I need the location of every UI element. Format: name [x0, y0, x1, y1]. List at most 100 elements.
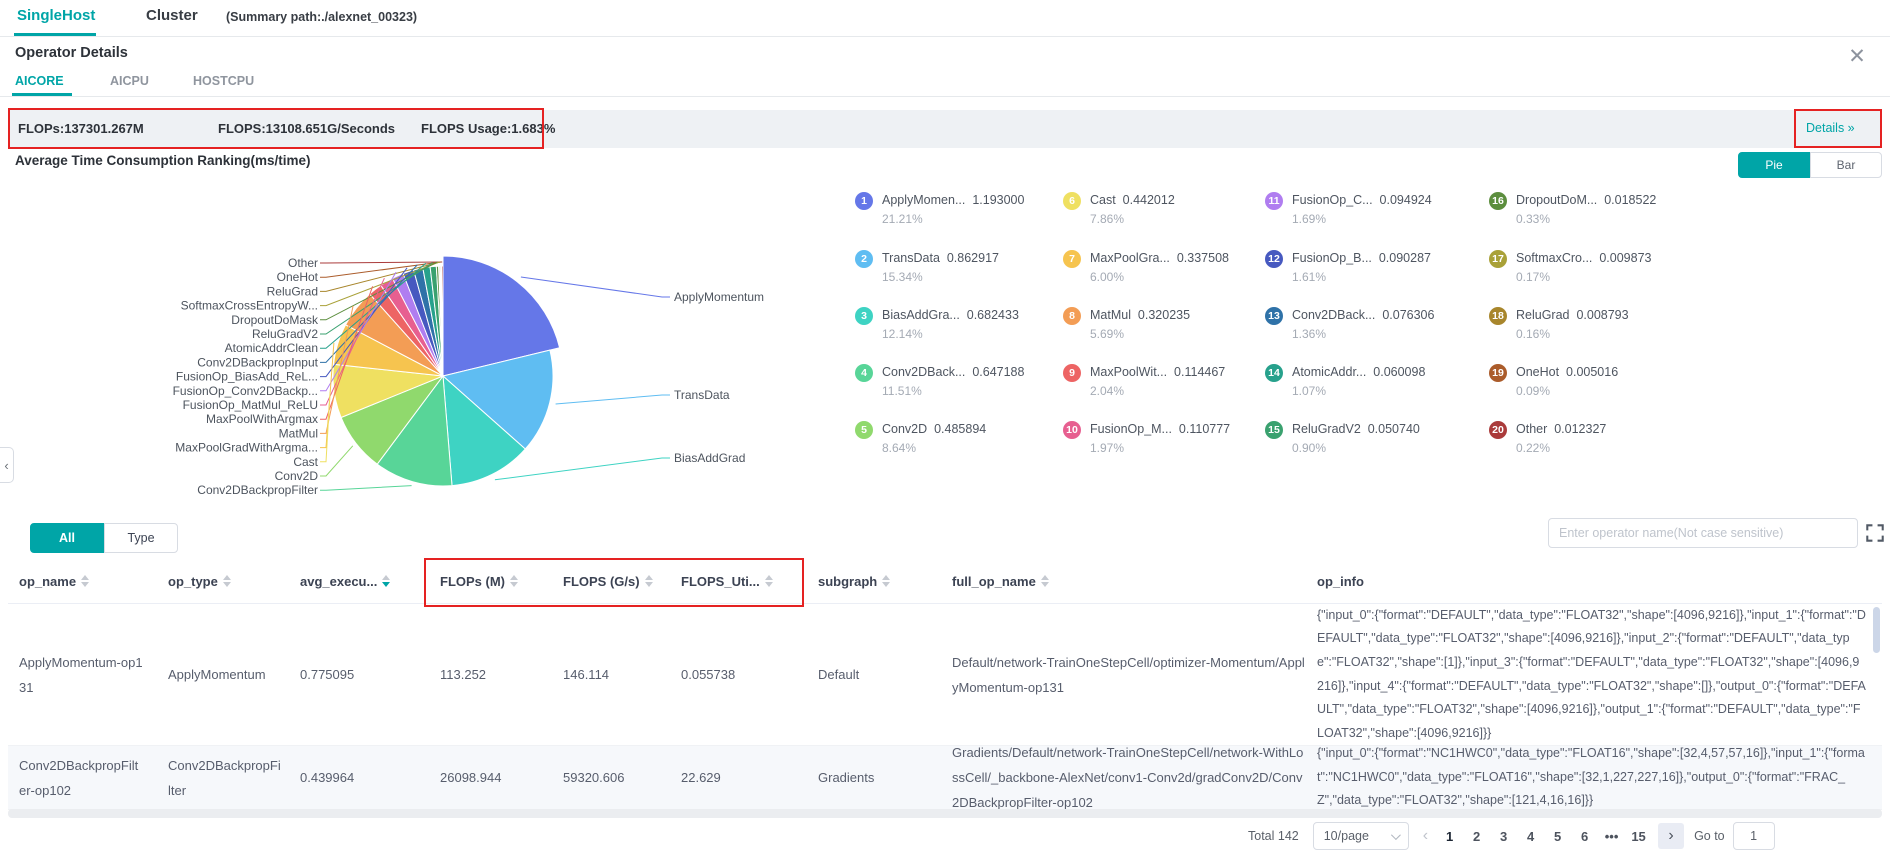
column-header-op_name[interactable]: op_name [19, 558, 144, 604]
legend-percent: 0.90% [1292, 441, 1420, 455]
legend-name-value: FusionOp_B... 0.090287 [1292, 250, 1431, 267]
legend-rank-badge: 19 [1489, 364, 1507, 382]
sort-carets-icon[interactable] [382, 575, 390, 587]
column-label: FLOPs (M) [440, 574, 505, 589]
table-row: ApplyMomentum-op131ApplyMomentum0.775095… [8, 604, 1882, 746]
legend-item-FusionOp_BiasAdd_ReL...[interactable]: 12FusionOp_B... 0.0902871.61% [1265, 250, 1431, 284]
legend-item-BiasAddGrad[interactable]: 3BiasAddGra... 0.68243312.14% [855, 307, 1019, 341]
sort-carets-icon[interactable] [765, 575, 773, 587]
page-number-6[interactable]: 6 [1571, 829, 1598, 844]
page-number-15[interactable]: 15 [1625, 829, 1652, 844]
vertical-scrollbar-thumb[interactable] [1873, 607, 1880, 653]
page-ellipsis[interactable]: ••• [1598, 829, 1625, 844]
column-header-FLOPsM[interactable]: FLOPs (M) [440, 558, 548, 604]
pie-leader-line [320, 343, 334, 448]
legend-item-ApplyMomentum[interactable]: 1ApplyMomen... 1.19300021.21% [855, 192, 1024, 226]
prev-page-button[interactable]: ‹ [1423, 827, 1428, 845]
sort-carets-icon[interactable] [81, 575, 89, 587]
page-number-4[interactable]: 4 [1517, 829, 1544, 844]
pie-label: FusionOp_MatMul_ReLU [183, 398, 318, 412]
legend-item-OneHot[interactable]: 19OneHot 0.0050160.09% [1489, 364, 1618, 398]
cell-full_op_name: Gradients/Default/network-TrainOneStepCe… [952, 746, 1308, 809]
legend-item-MaxPoolGradWithArgma...[interactable]: 7MaxPoolGra... 0.3375086.00% [1063, 250, 1229, 284]
sort-carets-icon[interactable] [510, 575, 518, 587]
page-number-3[interactable]: 3 [1490, 829, 1517, 844]
legend-item-FusionOp_MatMul_ReLU[interactable]: 10FusionOp_M... 0.1107771.97% [1063, 421, 1230, 455]
column-header-op_type[interactable]: op_type [168, 558, 283, 604]
horizontal-scrollbar-track[interactable] [8, 809, 1882, 818]
operator-search-input[interactable] [1548, 518, 1858, 548]
core-tab-aicpu[interactable]: AICPU [110, 74, 149, 88]
column-header-subgraph[interactable]: subgraph [818, 558, 936, 604]
close-icon[interactable]: ✕ [1842, 42, 1872, 72]
legend-percent: 21.21% [882, 212, 1024, 226]
tab-singlehost[interactable]: SingleHost [17, 7, 95, 24]
legend-item-Conv2DBackpropInput[interactable]: 13Conv2DBack... 0.0763061.36% [1265, 307, 1434, 341]
column-header-full_op_name[interactable]: full_op_name [952, 558, 1308, 604]
legend-percent: 1.61% [1292, 270, 1431, 284]
column-header-FLOPSGs[interactable]: FLOPS (G/s) [563, 558, 667, 604]
legend-item-TransData[interactable]: 2TransData 0.86291715.34% [855, 250, 999, 284]
cell-subgraph: Gradients [818, 746, 936, 809]
cell-avg_execu: 0.775095 [300, 604, 422, 745]
legend-percent: 11.51% [882, 384, 1024, 398]
table-row: Conv2DBackpropFilter-op102Conv2DBackprop… [8, 746, 1882, 810]
pie-label: Cast [293, 455, 318, 469]
legend-item-MaxPoolWithArgmax[interactable]: 9MaxPoolWit... 0.1144672.04% [1063, 364, 1225, 398]
sort-carets-icon[interactable] [645, 575, 653, 587]
legend-percent: 1.97% [1090, 441, 1230, 455]
legend-item-ReluGradV2[interactable]: 15ReluGradV2 0.0507400.90% [1265, 421, 1420, 455]
stat-flops-usage: FLOPS Usage:1.683% [421, 121, 555, 136]
cell-FLOPS_Uti: 0.055738 [681, 604, 799, 745]
filter-all-button[interactable]: All [30, 523, 104, 553]
legend-item-ReluGrad[interactable]: 18ReluGrad 0.0087930.16% [1489, 307, 1629, 341]
pie-label: MaxPoolWithArgmax [206, 412, 318, 426]
goto-label: Go to [1694, 829, 1725, 843]
pie-leader-line [495, 458, 670, 480]
legend-name-value: Other 0.012327 [1516, 421, 1606, 438]
sort-carets-icon[interactable] [223, 575, 231, 587]
sort-carets-icon[interactable] [1041, 575, 1049, 587]
column-header-FLOPS_Uti[interactable]: FLOPS_Uti... [681, 558, 799, 604]
pie-button[interactable]: Pie [1738, 152, 1810, 178]
chart-type-toggle: Pie Bar [1738, 152, 1882, 178]
legend-item-MatMul[interactable]: 8MatMul 0.3202355.69% [1063, 307, 1190, 341]
time-consumption-pie-chart: OtherOneHotReluGradSoftmaxCrossEntropyW.… [0, 175, 900, 570]
legend-name-value: MaxPoolWit... 0.114467 [1090, 364, 1225, 381]
legend-item-DropoutDoMask[interactable]: 16DropoutDoM... 0.0185220.33% [1489, 192, 1656, 226]
legend-item-Conv2DBackpropFilter[interactable]: 4Conv2DBack... 0.64718811.51% [855, 364, 1024, 398]
legend-item-FusionOp_Conv2DBackp...[interactable]: 11FusionOp_C... 0.0949241.69% [1265, 192, 1432, 226]
legend-item-Other[interactable]: 20Other 0.0123270.22% [1489, 421, 1606, 455]
column-label: op_type [168, 574, 218, 589]
legend-percent: 6.00% [1090, 270, 1229, 284]
core-tab-hostcpu[interactable]: HOSTCPU [193, 74, 254, 88]
pie-leader-line [320, 446, 353, 476]
cell-op_info: {"input_0":{"format":"NC1HWC0","data_typ… [1317, 746, 1866, 809]
tab-cluster[interactable]: Cluster [146, 7, 198, 24]
pie-leader-line [320, 262, 442, 263]
legend-name-value: BiasAddGra... 0.682433 [882, 307, 1019, 324]
details-link[interactable]: Details » [1806, 121, 1855, 135]
sidebar-collapse-handle[interactable]: ‹ [0, 447, 14, 483]
legend-rank-badge: 13 [1265, 307, 1283, 325]
filter-type-button[interactable]: Type [104, 523, 178, 553]
legend-item-Conv2D[interactable]: 5Conv2D 0.4858948.64% [855, 421, 986, 455]
page-number-5[interactable]: 5 [1544, 829, 1571, 844]
column-label: FLOPS (G/s) [563, 574, 640, 589]
legend-rank-badge: 1 [855, 192, 873, 210]
sort-carets-icon[interactable] [882, 575, 890, 587]
page-number-2[interactable]: 2 [1463, 829, 1490, 844]
column-header-avg_execu[interactable]: avg_execu... [300, 558, 422, 604]
page-number-1[interactable]: 1 [1436, 829, 1463, 844]
fullscreen-expand-icon[interactable] [1866, 524, 1884, 542]
legend-item-SoftmaxCrossEntropyW...[interactable]: 17SoftmaxCro... 0.0098730.17% [1489, 250, 1652, 284]
active-tab-underline [14, 33, 96, 36]
core-tab-aicore[interactable]: AICORE [15, 74, 64, 88]
bar-button[interactable]: Bar [1810, 152, 1882, 178]
legend-item-AtomicAddrClean[interactable]: 14AtomicAddr... 0.0600981.07% [1265, 364, 1425, 398]
column-label: op_info [1317, 574, 1364, 589]
page-size-select[interactable]: 10/page [1313, 822, 1409, 850]
next-page-button[interactable]: › [1658, 823, 1684, 849]
legend-item-Cast[interactable]: 6Cast 0.4420127.86% [1063, 192, 1175, 226]
goto-page-input[interactable] [1733, 822, 1775, 850]
